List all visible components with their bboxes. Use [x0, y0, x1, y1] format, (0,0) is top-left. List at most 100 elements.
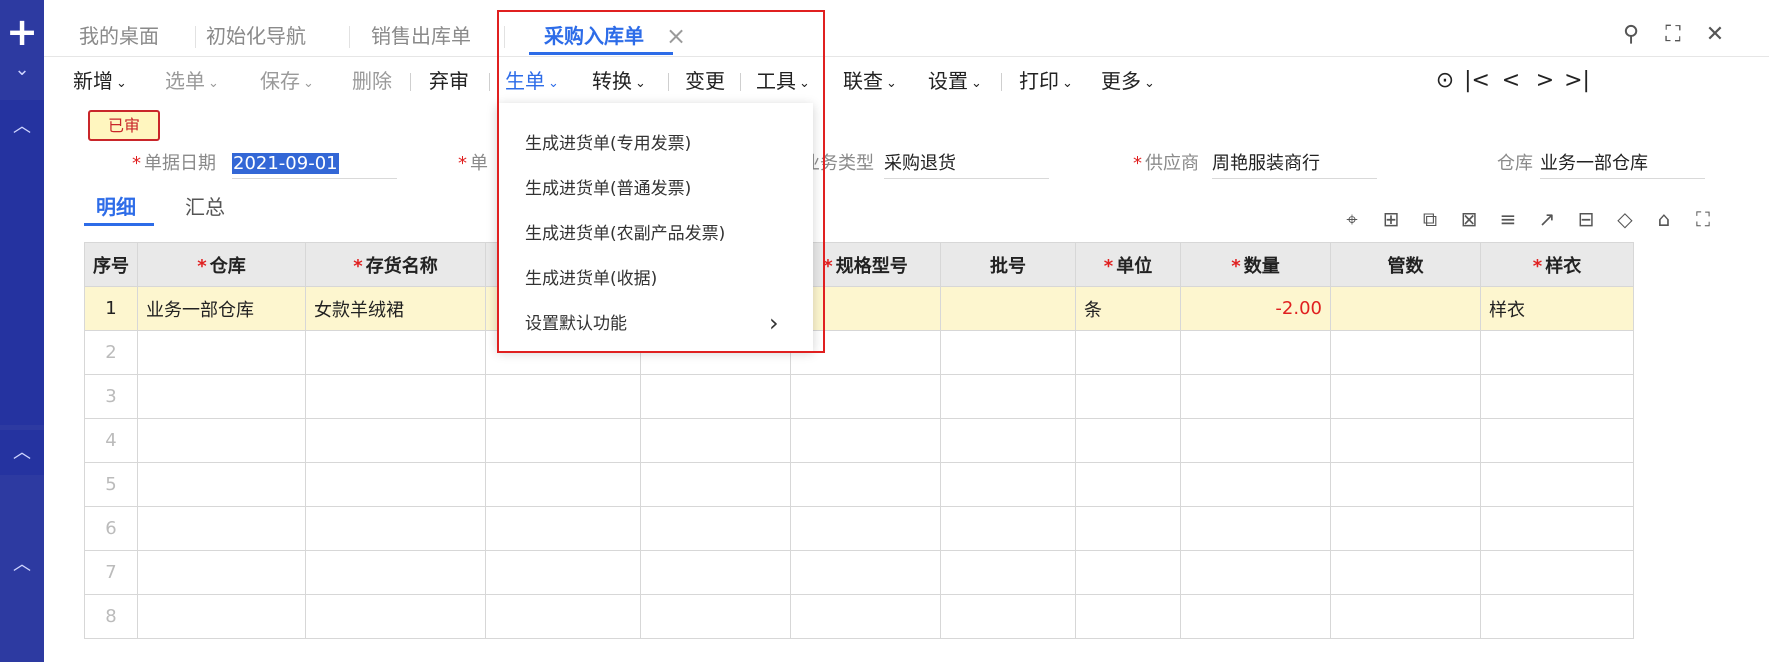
cell[interactable] [1480, 506, 1634, 551]
cell[interactable] [305, 374, 486, 419]
cell[interactable] [137, 374, 306, 419]
search-icon[interactable]: ⚲ [1614, 18, 1648, 52]
warehouse-field[interactable]: 业务一部仓库 [1540, 150, 1705, 179]
tab-detail[interactable]: 明细 [96, 193, 136, 221]
cell-item-name[interactable]: 女款羊绒裙 [305, 286, 486, 331]
cell[interactable] [790, 506, 941, 551]
more-button[interactable]: 更多 ⌄ [1101, 66, 1155, 96]
cell[interactable] [940, 506, 1076, 551]
cell[interactable] [1330, 462, 1481, 507]
cell[interactable] [137, 462, 306, 507]
export-icon[interactable]: ↗ [1535, 207, 1559, 231]
cell[interactable] [1330, 418, 1481, 463]
table-row[interactable]: 2 [84, 330, 1634, 375]
cell-qty[interactable]: -2.00 [1180, 286, 1331, 331]
cell[interactable] [1480, 374, 1634, 419]
cell-pipe[interactable] [1330, 286, 1481, 331]
table-row[interactable]: 8 [84, 594, 1634, 639]
cell[interactable] [305, 594, 486, 639]
cell[interactable] [1480, 330, 1634, 375]
cell-batch[interactable] [940, 286, 1076, 331]
cell[interactable] [1330, 374, 1481, 419]
cell[interactable] [137, 418, 306, 463]
tab-summary[interactable]: 汇总 [185, 193, 225, 221]
cell[interactable] [790, 418, 941, 463]
table-row[interactable]: 6 [84, 506, 1634, 551]
add-icon[interactable]: + [0, 10, 44, 54]
biz-type-field[interactable]: 采购退货 [884, 150, 1049, 179]
supplier-field[interactable]: 周艳服装商行 [1212, 150, 1377, 179]
cell[interactable] [485, 462, 641, 507]
expand-icon[interactable]: ⛶ [1691, 207, 1715, 231]
prev-record-icon[interactable]: < [1496, 66, 1526, 96]
cell[interactable] [1180, 550, 1331, 595]
copy-row-icon[interactable]: ⧉ [1418, 207, 1442, 231]
cell[interactable] [1075, 418, 1181, 463]
fullscreen-icon[interactable]: ⛶ [1656, 18, 1690, 52]
tag-icon[interactable]: ◇ [1613, 207, 1637, 231]
batch-edit-icon[interactable]: ≡ [1496, 207, 1520, 231]
chevron-up-icon[interactable]: ︿ [0, 112, 44, 142]
chevron-up-icon[interactable]: ︿ [0, 438, 44, 468]
cell[interactable] [940, 330, 1076, 375]
cell[interactable] [1330, 550, 1481, 595]
cell[interactable] [1330, 506, 1481, 551]
cell[interactable] [1075, 550, 1181, 595]
cell[interactable] [940, 594, 1076, 639]
cell[interactable] [305, 506, 486, 551]
cell[interactable] [640, 550, 791, 595]
cell-sample[interactable]: 样衣 [1480, 286, 1634, 331]
cell[interactable] [640, 418, 791, 463]
add-row-icon[interactable]: ⊞ [1379, 207, 1403, 231]
cell[interactable] [940, 374, 1076, 419]
cell[interactable] [1180, 506, 1331, 551]
select-button[interactable]: 选单 ⌄ [165, 66, 219, 96]
cell[interactable] [940, 462, 1076, 507]
delete-row-icon[interactable]: ⊠ [1457, 207, 1481, 231]
print-button[interactable]: 打印 ⌄ [1019, 66, 1073, 96]
cell[interactable] [485, 418, 641, 463]
cell[interactable] [1480, 594, 1634, 639]
delete-button[interactable]: 删除 [352, 66, 392, 96]
date-field[interactable]: 2021-09-01 [232, 150, 397, 179]
cell[interactable] [305, 550, 486, 595]
cell[interactable] [790, 550, 941, 595]
cell[interactable] [1480, 418, 1634, 463]
cell[interactable] [305, 330, 486, 375]
cell[interactable] [137, 550, 306, 595]
save-button[interactable]: 保存 ⌄ [260, 66, 314, 96]
table-row[interactable]: 7 [84, 550, 1634, 595]
chevron-up-icon[interactable]: ︿ [0, 550, 44, 580]
cell[interactable] [305, 418, 486, 463]
column-settings-icon[interactable]: ⊟ [1574, 207, 1598, 231]
cell[interactable] [640, 462, 791, 507]
cell[interactable] [1075, 462, 1181, 507]
cell[interactable] [790, 594, 941, 639]
settings-button[interactable]: 设置 ⌄ [928, 66, 982, 96]
next-record-icon[interactable]: > [1530, 66, 1560, 96]
cell[interactable] [485, 374, 641, 419]
new-button[interactable]: 新增 ⌄ [73, 66, 127, 96]
cell[interactable] [1075, 374, 1181, 419]
cell-warehouse[interactable]: 业务一部仓库 [137, 286, 306, 331]
cell[interactable] [137, 594, 306, 639]
warehouse-icon[interactable]: ⌂ [1652, 207, 1676, 231]
cell[interactable] [790, 462, 941, 507]
cell[interactable] [1480, 550, 1634, 595]
preview-icon[interactable]: ⊙ [1430, 66, 1460, 96]
cell[interactable] [790, 374, 941, 419]
cell[interactable] [1330, 330, 1481, 375]
cell[interactable] [1180, 418, 1331, 463]
cell[interactable] [1180, 462, 1331, 507]
table-row[interactable]: 4 [84, 418, 1634, 463]
cell[interactable] [1180, 330, 1331, 375]
cell[interactable] [640, 374, 791, 419]
tab-my-desktop[interactable]: 我的桌面 [79, 20, 159, 52]
location-icon[interactable]: ⌖ [1340, 207, 1364, 231]
close-window-icon[interactable]: ✕ [1698, 18, 1732, 52]
cell-unit[interactable]: 条 [1075, 286, 1181, 331]
cell[interactable] [485, 594, 641, 639]
cell[interactable] [940, 550, 1076, 595]
cell[interactable] [485, 550, 641, 595]
table-row[interactable]: 3 [84, 374, 1634, 419]
